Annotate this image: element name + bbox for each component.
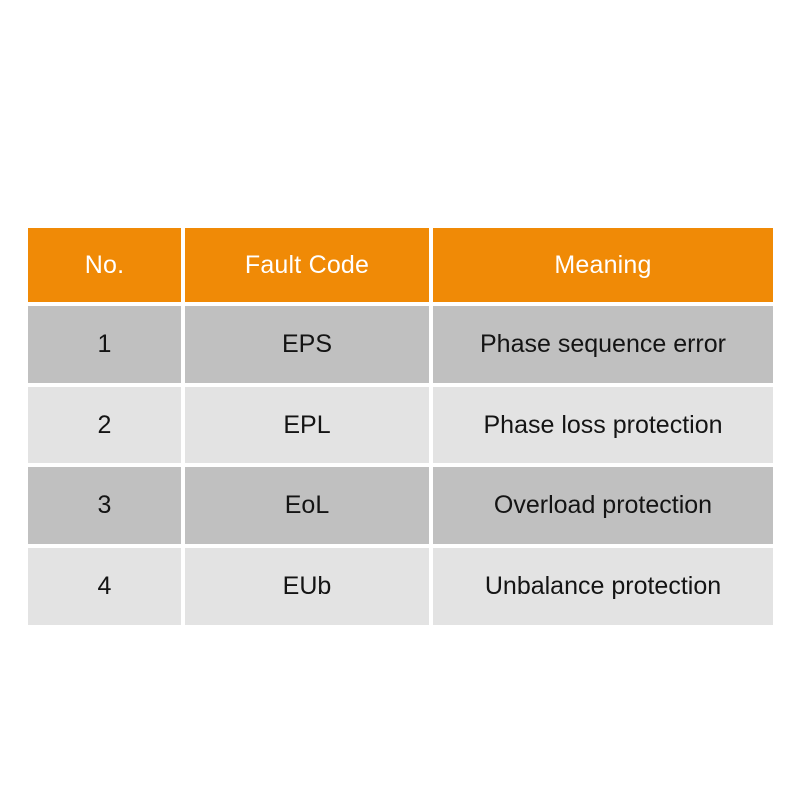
cell-meaning-value: Phase loss protection xyxy=(483,410,723,439)
cell-meaning-value: Phase sequence error xyxy=(480,329,726,358)
table-row: 1 EPS Phase sequence error xyxy=(28,305,773,383)
cell-meaning: Phase loss protection xyxy=(433,386,773,464)
column-header-fault-code-label: Fault Code xyxy=(244,250,370,279)
cell-meaning: Phase sequence error xyxy=(433,305,773,383)
cell-no-value: 1 xyxy=(97,329,112,358)
table-header-row: No. Fault Code Meaning xyxy=(28,228,773,302)
column-header-fault-code: Fault Code xyxy=(185,228,429,302)
cell-fault-code-value: EUb xyxy=(282,572,332,601)
table-row: 2 EPL Phase loss protection xyxy=(28,386,773,464)
cell-meaning-value: Unbalance protection xyxy=(484,572,722,601)
column-header-meaning-label: Meaning xyxy=(554,250,652,279)
fault-code-table: No. Fault Code Meaning 1 EPS Phase seque… xyxy=(28,228,773,625)
column-header-no: No. xyxy=(28,228,181,302)
cell-fault-code-value: EPL xyxy=(283,410,331,439)
cell-fault-code: EPL xyxy=(185,386,429,464)
cell-fault-code: EoL xyxy=(185,467,429,545)
cell-fault-code-value: EPS xyxy=(281,329,333,358)
cell-meaning: Overload protection xyxy=(433,467,773,545)
cell-fault-code: EPS xyxy=(185,305,429,383)
table-row: 3 EoL Overload protection xyxy=(28,467,773,545)
cell-no-value: 2 xyxy=(97,410,112,439)
column-header-meaning: Meaning xyxy=(433,228,773,302)
cell-no: 1 xyxy=(28,305,181,383)
page-root: No. Fault Code Meaning 1 EPS Phase seque… xyxy=(0,0,800,800)
cell-fault-code-value: EoL xyxy=(284,491,330,520)
cell-no: 4 xyxy=(28,548,181,625)
column-header-no-label: No. xyxy=(84,250,125,279)
cell-fault-code: EUb xyxy=(185,548,429,625)
cell-no-value: 3 xyxy=(97,491,112,520)
cell-no: 2 xyxy=(28,386,181,464)
cell-no: 3 xyxy=(28,467,181,545)
cell-no-value: 4 xyxy=(97,572,112,601)
table-row: 4 EUb Unbalance protection xyxy=(28,548,773,625)
cell-meaning-value: Overload protection xyxy=(493,491,713,520)
cell-meaning: Unbalance protection xyxy=(433,548,773,625)
